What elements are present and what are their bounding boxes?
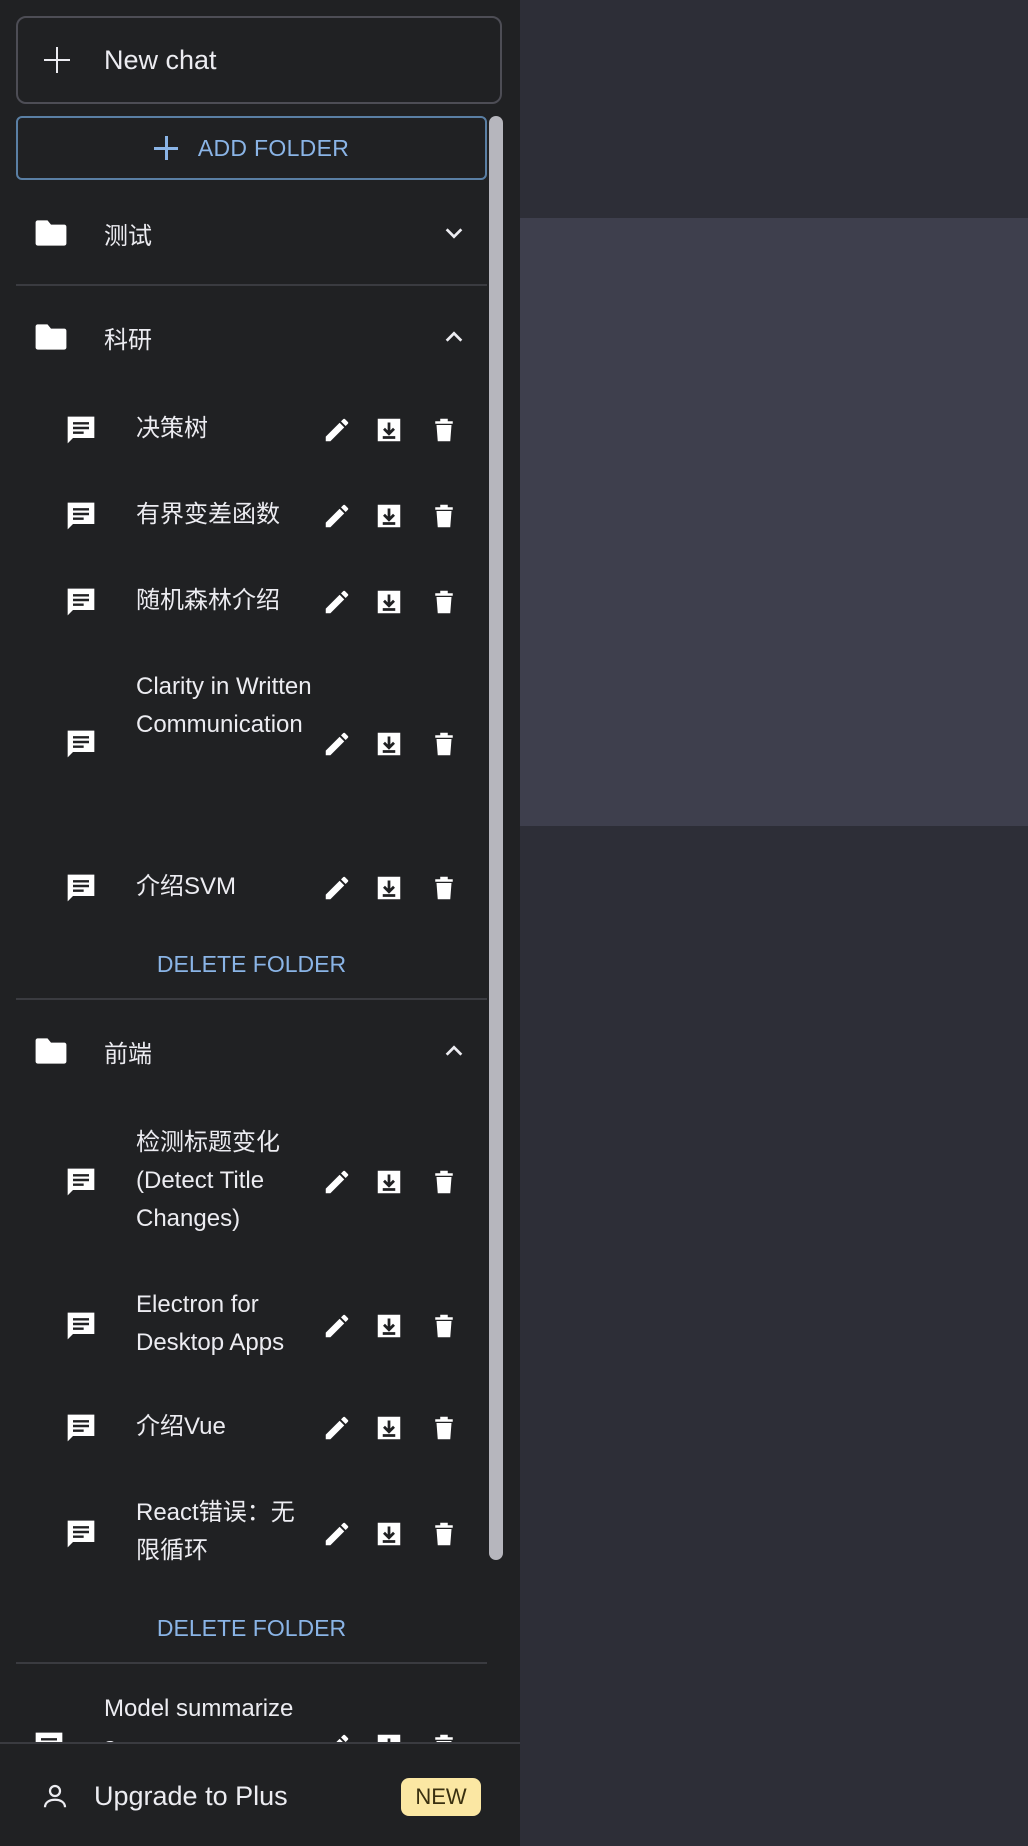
folder-icon bbox=[35, 220, 67, 246]
upgrade-label: Upgrade to Plus bbox=[94, 1780, 288, 1811]
pencil-icon[interactable] bbox=[322, 500, 352, 532]
chevron-up-icon[interactable] bbox=[443, 326, 465, 348]
chat-bubble-icon bbox=[35, 1732, 63, 1742]
scrollbar-thumb[interactable] bbox=[489, 116, 503, 1560]
divider bbox=[16, 284, 487, 286]
folder-name: 测试 bbox=[104, 222, 152, 250]
sidebar: New chat ADD FOLDER 测试 科研 决策树 有界变差函数 随机森… bbox=[0, 0, 520, 1846]
chat-item[interactable]: 随机森林介绍 bbox=[16, 582, 487, 622]
new-chat-button[interactable]: New chat bbox=[16, 16, 502, 104]
chevron-down-icon[interactable] bbox=[443, 222, 465, 244]
chat-item[interactable]: Model summarizes bbox=[16, 1690, 487, 1742]
download-icon[interactable] bbox=[374, 1730, 404, 1742]
trash-icon[interactable] bbox=[429, 500, 459, 532]
download-icon[interactable] bbox=[374, 1412, 404, 1444]
pencil-icon[interactable] bbox=[322, 872, 352, 904]
download-icon[interactable] bbox=[374, 872, 404, 904]
pencil-icon[interactable] bbox=[322, 586, 352, 618]
chat-item[interactable]: 检测标题变化 (Detect Title Changes) bbox=[16, 1124, 487, 1238]
main-header-area bbox=[520, 0, 1028, 218]
sidebar-footer: Upgrade to Plus NEW bbox=[0, 1742, 520, 1846]
chat-item[interactable]: React错误：无限循环 bbox=[16, 1494, 487, 1570]
user-icon bbox=[43, 1784, 67, 1808]
download-icon[interactable] bbox=[374, 1166, 404, 1198]
pencil-icon[interactable] bbox=[322, 1412, 352, 1444]
chat-bubble-icon bbox=[67, 874, 95, 902]
trash-icon[interactable] bbox=[429, 586, 459, 618]
chat-bubble-icon bbox=[67, 502, 95, 530]
folder-name: 前端 bbox=[104, 1040, 152, 1068]
folder-header-research[interactable]: 科研 bbox=[16, 302, 487, 372]
new-chat-label: New chat bbox=[104, 44, 217, 75]
download-icon[interactable] bbox=[374, 586, 404, 618]
download-icon[interactable] bbox=[374, 1518, 404, 1550]
chat-bubble-icon bbox=[67, 1312, 95, 1340]
pencil-icon[interactable] bbox=[322, 1518, 352, 1550]
folder-name: 科研 bbox=[104, 326, 152, 354]
folder-list[interactable]: ADD FOLDER 测试 科研 决策树 有界变差函数 随机森林介绍 Clari… bbox=[0, 114, 520, 1742]
chat-item[interactable]: 介绍SVM bbox=[16, 868, 487, 908]
chat-item[interactable]: 决策树 bbox=[16, 410, 487, 450]
main-bottom-area bbox=[520, 826, 1028, 1846]
delete-folder-button[interactable]: DELETE FOLDER bbox=[16, 944, 487, 984]
divider bbox=[16, 1662, 487, 1664]
trash-icon[interactable] bbox=[429, 1310, 459, 1342]
chat-title: Clarity in Written Communication bbox=[136, 673, 312, 738]
folder-icon bbox=[35, 1038, 67, 1064]
chevron-up-icon[interactable] bbox=[443, 1040, 465, 1062]
add-folder-button[interactable]: ADD FOLDER bbox=[16, 116, 487, 180]
chat-bubble-icon bbox=[67, 416, 95, 444]
folder-header-test[interactable]: 测试 bbox=[16, 198, 487, 268]
download-icon[interactable] bbox=[374, 1310, 404, 1342]
chat-title: 随机森林介绍 bbox=[136, 587, 280, 614]
plus-icon bbox=[153, 136, 178, 160]
new-badge: NEW bbox=[401, 1778, 481, 1816]
chat-title: 介绍SVM bbox=[136, 873, 237, 900]
chat-item[interactable]: Clarity in Written Communication bbox=[16, 668, 487, 820]
chat-bubble-icon bbox=[67, 588, 95, 616]
download-icon[interactable] bbox=[374, 414, 404, 446]
trash-icon[interactable] bbox=[429, 1518, 459, 1550]
chat-bubble-icon bbox=[67, 730, 95, 758]
trash-icon[interactable] bbox=[429, 414, 459, 446]
pencil-icon[interactable] bbox=[322, 1730, 352, 1742]
chat-title: Model summarizes bbox=[104, 1695, 294, 1742]
trash-icon[interactable] bbox=[429, 1730, 459, 1742]
pencil-icon[interactable] bbox=[322, 1166, 352, 1198]
main-content-panel bbox=[520, 218, 1028, 826]
chat-item[interactable]: 介绍Vue bbox=[16, 1408, 487, 1448]
chat-title: 介绍Vue bbox=[136, 1413, 226, 1440]
chat-title: 决策树 bbox=[136, 415, 208, 442]
plus-icon bbox=[44, 47, 70, 73]
folder-icon bbox=[35, 324, 67, 350]
trash-icon[interactable] bbox=[429, 1166, 459, 1198]
pencil-icon[interactable] bbox=[322, 728, 352, 760]
chat-title: React错误：无限循环 bbox=[136, 1499, 295, 1564]
pencil-icon[interactable] bbox=[322, 1310, 352, 1342]
download-icon[interactable] bbox=[374, 728, 404, 760]
pencil-icon[interactable] bbox=[322, 414, 352, 446]
upgrade-button[interactable]: Upgrade to Plus NEW bbox=[16, 1764, 487, 1828]
chat-bubble-icon bbox=[67, 1520, 95, 1548]
add-folder-label: ADD FOLDER bbox=[197, 134, 350, 161]
chat-bubble-icon bbox=[67, 1414, 95, 1442]
trash-icon[interactable] bbox=[429, 728, 459, 760]
chat-bubble-icon bbox=[67, 1168, 95, 1196]
chat-title: Electron for Desktop Apps bbox=[136, 1291, 285, 1356]
delete-folder-button[interactable]: DELETE FOLDER bbox=[16, 1608, 487, 1648]
download-icon[interactable] bbox=[374, 500, 404, 532]
chat-title: 检测标题变化 (Detect Title Changes) bbox=[136, 1129, 280, 1232]
trash-icon[interactable] bbox=[429, 872, 459, 904]
folder-header-frontend[interactable]: 前端 bbox=[16, 1016, 487, 1086]
chat-item[interactable]: Electron for Desktop Apps bbox=[16, 1286, 487, 1362]
trash-icon[interactable] bbox=[429, 1412, 459, 1444]
chat-title: 有界变差函数 bbox=[136, 501, 280, 528]
chat-item[interactable]: 有界变差函数 bbox=[16, 496, 487, 536]
divider bbox=[16, 998, 487, 1000]
